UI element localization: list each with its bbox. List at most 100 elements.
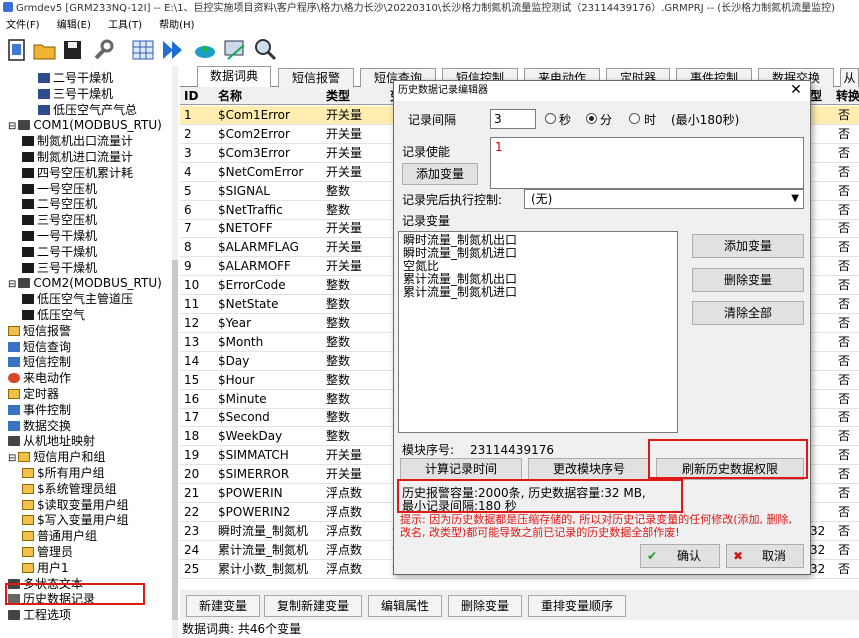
radio-minutes[interactable]: [586, 113, 597, 124]
tree-item[interactable]: 三号干燥机: [22, 260, 97, 276]
interval-input[interactable]: [490, 109, 536, 129]
copy-new-variable-button[interactable]: 复制新建变量: [264, 595, 362, 617]
tree-item[interactable]: 来电动作: [8, 370, 71, 386]
upload-cloud-icon[interactable]: [192, 37, 218, 63]
tree-item[interactable]: 定时器: [8, 386, 59, 402]
new-file-icon[interactable]: [4, 37, 30, 63]
collapse-icon[interactable]: ⊟: [8, 279, 16, 290]
grp-node-icon: [22, 199, 34, 210]
cell-conv: 否: [838, 372, 851, 387]
tree-item[interactable]: 四号空压机累计耗: [22, 165, 133, 181]
cancel-button[interactable]: ✖ 取消: [726, 544, 804, 568]
tree-item[interactable]: ⊟ COM1(MODBUS_RTU): [8, 117, 162, 133]
delete-variable-button-dialog[interactable]: 删除变量: [692, 268, 804, 292]
save-icon[interactable]: [60, 37, 86, 63]
tree-scrollbar-thumb[interactable]: [172, 260, 178, 620]
tree-item[interactable]: 三号空压机: [22, 212, 97, 228]
tree-item[interactable]: 工程选项: [8, 607, 71, 623]
tree-item-label: COM1(MODBUS_RTU): [33, 118, 162, 133]
new-variable-button[interactable]: 新建变量: [186, 595, 260, 617]
cell-name: $NetTraffic: [218, 202, 283, 217]
tree-item[interactable]: 二号干燥机: [38, 70, 113, 86]
menu-help[interactable]: 帮助(H): [159, 20, 194, 31]
collapse-icon[interactable]: ⊟: [8, 121, 16, 132]
dev-node-icon: [8, 610, 20, 621]
enable-expression-input[interactable]: 1: [490, 137, 804, 189]
tree-item[interactable]: 短信查询: [8, 339, 71, 355]
grid-icon[interactable]: [130, 37, 156, 63]
tree-item[interactable]: $读取变量用户组: [22, 497, 129, 513]
monitor-icon[interactable]: [222, 37, 248, 63]
cell-name: $Hour: [218, 372, 255, 387]
tree-item-label: 用户1: [37, 560, 69, 575]
tree-item[interactable]: $写入变量用户组: [22, 512, 129, 528]
calc-record-time-button[interactable]: 计算记录时间: [400, 458, 522, 480]
list-item[interactable]: 瞬时流量_制氮机进口: [403, 247, 673, 260]
var-node-icon: [38, 104, 50, 115]
tree-item[interactable]: 短信报警: [8, 323, 71, 339]
menu-edit[interactable]: 编辑(E): [57, 20, 91, 31]
tab-data-dictionary[interactable]: 数据词典: [197, 66, 271, 88]
radio-seconds[interactable]: [545, 113, 556, 124]
download-icon[interactable]: [160, 37, 186, 63]
delete-variable-button[interactable]: 删除变量: [448, 595, 522, 617]
tree-item[interactable]: ⊟ 短信用户和组: [8, 449, 105, 465]
tree-item-label: 二号干燥机: [53, 71, 114, 85]
tree-item[interactable]: $系统管理员组: [22, 481, 117, 497]
tree-item-label: 短信控制: [23, 355, 72, 370]
cell-id: 20: [184, 467, 200, 482]
tree-item[interactable]: 数据交换: [8, 418, 71, 434]
tree-item[interactable]: 制氮机进口流量计: [22, 149, 133, 165]
cell-conv: 否: [838, 126, 851, 141]
cell-name: $Day: [218, 353, 250, 368]
tree-item[interactable]: 二号干燥机: [22, 244, 97, 260]
tree-item[interactable]: ⊟ COM2(MODBUS_RTU): [8, 275, 162, 291]
cancel-x-icon: ✖: [733, 549, 744, 563]
menu-file[interactable]: 文件(F): [6, 20, 40, 31]
tree-item[interactable]: $所有用户组: [22, 465, 105, 481]
add-variable-button[interactable]: 添加变量: [692, 234, 804, 258]
tree-item-label: 低压空气: [37, 308, 86, 322]
after-record-value: (无): [531, 192, 553, 206]
tree-item-label: 一号空压机: [37, 181, 98, 196]
enable-add-variable-button[interactable]: 添加变量: [402, 163, 478, 185]
change-serial-button[interactable]: 更改模块序号: [528, 458, 650, 480]
open-folder-icon[interactable]: [32, 37, 58, 63]
tree-item[interactable]: 制氮机出口流量计: [22, 133, 133, 149]
tree-item[interactable]: 二号空压机: [22, 196, 97, 212]
tree-item[interactable]: 一号干燥机: [22, 228, 97, 244]
tree-item[interactable]: 一号空压机: [22, 181, 97, 197]
radio-hours[interactable]: [629, 113, 640, 124]
tree-item[interactable]: 低压空气: [22, 307, 85, 323]
clear-all-button[interactable]: 清除全部: [692, 301, 804, 325]
search-icon[interactable]: [252, 37, 278, 63]
collapse-icon[interactable]: ⊟: [8, 453, 16, 464]
cell-id: 1: [184, 108, 192, 122]
tree-item[interactable]: 用户1: [22, 560, 69, 576]
tree-item[interactable]: 事件控制: [8, 402, 71, 418]
wrench-icon[interactable]: [90, 37, 116, 63]
tree-item[interactable]: 三号干燥机: [38, 86, 113, 102]
list-item[interactable]: 累计流量_制氮机进口: [403, 286, 673, 299]
tab-sms-alarm[interactable]: 短信报警: [278, 68, 354, 87]
reorder-variables-button[interactable]: 重排变量顺序: [528, 595, 626, 617]
cell-name: 瞬时流量_制氮机: [218, 523, 309, 538]
tree-item[interactable]: 从机地址映射: [8, 433, 95, 449]
tree-item[interactable]: 普通用户组: [22, 528, 97, 544]
record-vars-list[interactable]: 瞬时流量_制氮机出口 瞬时流量_制氮机进口 空氮比 累计流量_制氮机出口 累计流…: [398, 231, 678, 433]
check-icon: ✔: [647, 549, 658, 563]
cell-conv: 否: [838, 315, 851, 330]
tree-item[interactable]: 低压空气产气总: [38, 102, 137, 118]
serial-value: 23114439176: [470, 443, 554, 457]
cell-name: $POWERIN: [218, 486, 283, 500]
ok-button[interactable]: ✔ 确认: [640, 544, 720, 568]
after-record-select[interactable]: (无) ▼: [524, 189, 804, 209]
tree-item[interactable]: 管理员: [22, 544, 73, 560]
edit-attributes-button[interactable]: 编辑属性: [368, 595, 442, 617]
tree-item[interactable]: 低压空气主管道压: [22, 291, 133, 307]
menu-tools[interactable]: 工具(T): [108, 20, 142, 31]
tree-item[interactable]: 短信控制: [8, 354, 71, 370]
close-icon[interactable]: ✕: [788, 82, 804, 98]
tree-item-label: COM2(MODBUS_RTU): [33, 276, 162, 291]
tab-slave-mapping[interactable]: 从: [840, 68, 859, 87]
